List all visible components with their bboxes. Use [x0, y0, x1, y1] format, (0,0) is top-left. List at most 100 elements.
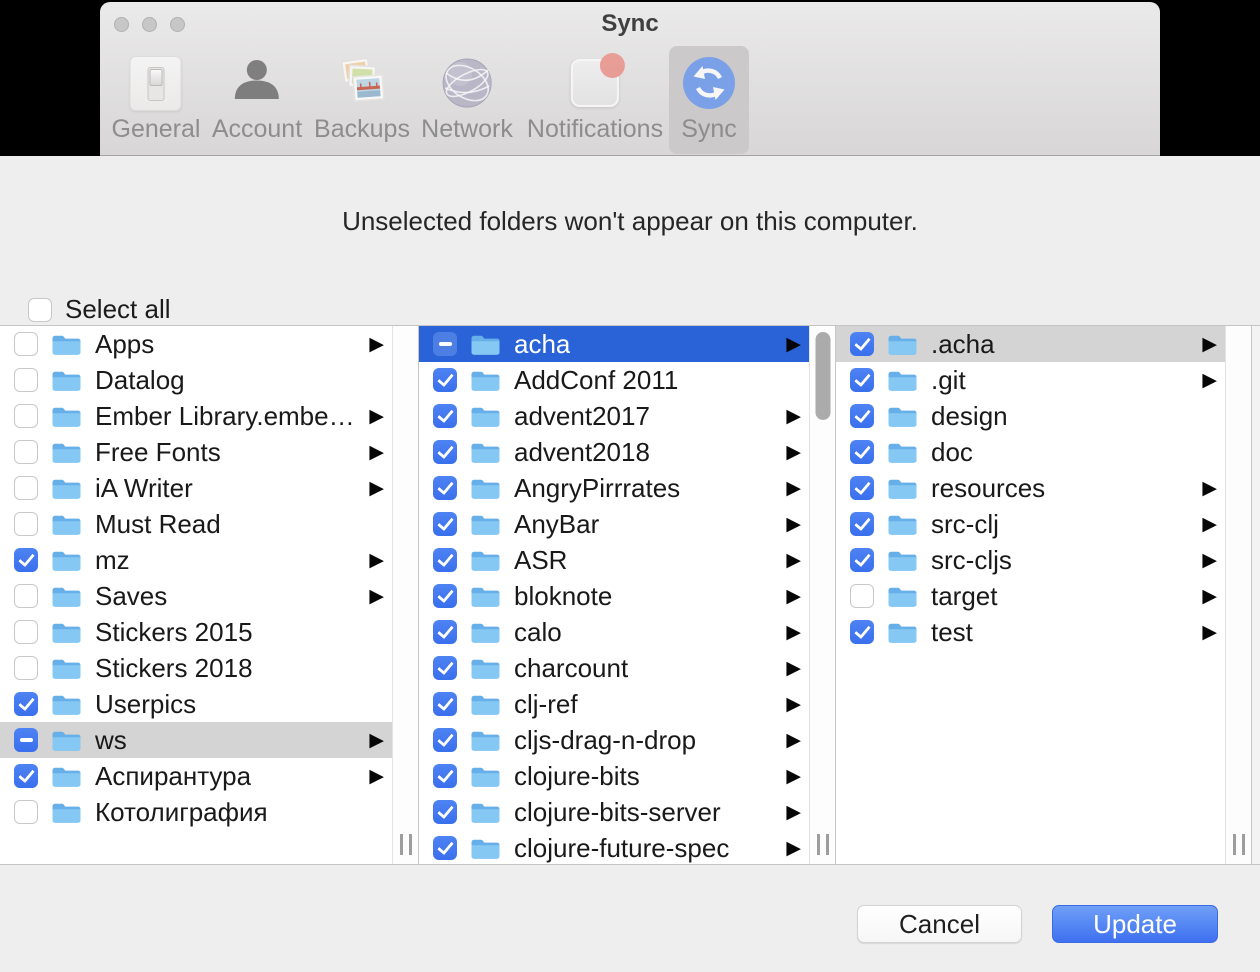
- folder-checkbox[interactable]: [433, 476, 457, 500]
- folder-checkbox[interactable]: [14, 332, 38, 356]
- scrollbar-thumb[interactable]: [815, 332, 830, 420]
- expand-arrow-icon[interactable]: ▶: [1202, 479, 1217, 498]
- folder-row[interactable]: iA Writer▶: [0, 470, 392, 506]
- toolbar-tab-general[interactable]: General: [100, 46, 213, 154]
- expand-arrow-icon[interactable]: ▶: [1202, 623, 1217, 642]
- expand-arrow-icon[interactable]: ▶: [786, 443, 801, 462]
- expand-arrow-icon[interactable]: ▶: [1202, 515, 1217, 534]
- expand-arrow-icon[interactable]: ▶: [1202, 335, 1217, 354]
- folder-checkbox[interactable]: [14, 764, 38, 788]
- folder-row[interactable]: AddConf 2011: [419, 362, 809, 398]
- expand-arrow-icon[interactable]: ▶: [786, 407, 801, 426]
- folder-row[interactable]: Аспирантура▶: [0, 758, 392, 794]
- expand-arrow-icon[interactable]: ▶: [786, 839, 801, 858]
- folder-row[interactable]: Apps▶: [0, 326, 392, 362]
- expand-arrow-icon[interactable]: ▶: [1202, 551, 1217, 570]
- folder-checkbox[interactable]: [433, 692, 457, 716]
- toolbar-tab-account[interactable]: Account: [200, 46, 314, 154]
- expand-arrow-icon[interactable]: ▶: [786, 731, 801, 750]
- folder-row[interactable]: Free Fonts▶: [0, 434, 392, 470]
- expand-arrow-icon[interactable]: ▶: [786, 659, 801, 678]
- folder-checkbox[interactable]: [850, 548, 874, 572]
- folder-row[interactable]: clojure-future-spec▶: [419, 830, 809, 864]
- folder-checkbox[interactable]: [433, 764, 457, 788]
- expand-arrow-icon[interactable]: ▶: [786, 335, 801, 354]
- folder-checkbox[interactable]: [850, 512, 874, 536]
- folder-checkbox[interactable]: [850, 440, 874, 464]
- folder-row[interactable]: design: [836, 398, 1225, 434]
- folder-checkbox[interactable]: [433, 800, 457, 824]
- update-button[interactable]: Update: [1052, 905, 1218, 943]
- folder-checkbox[interactable]: [14, 476, 38, 500]
- folder-checkbox[interactable]: [14, 800, 38, 824]
- folder-checkbox[interactable]: [433, 728, 457, 752]
- folder-checkbox[interactable]: [850, 620, 874, 644]
- folder-checkbox[interactable]: [850, 584, 874, 608]
- expand-arrow-icon[interactable]: ▶: [1202, 371, 1217, 390]
- folder-checkbox[interactable]: [433, 836, 457, 860]
- toolbar-tab-network[interactable]: Network: [409, 46, 525, 154]
- expand-arrow-icon[interactable]: ▶: [1202, 587, 1217, 606]
- expand-arrow-icon[interactable]: ▶: [786, 623, 801, 642]
- folder-row[interactable]: calo▶: [419, 614, 809, 650]
- folder-row[interactable]: advent2018▶: [419, 434, 809, 470]
- folder-checkbox[interactable]: [433, 440, 457, 464]
- folder-row[interactable]: test▶: [836, 614, 1225, 650]
- expand-arrow-icon[interactable]: ▶: [786, 515, 801, 534]
- folder-checkbox[interactable]: [14, 692, 38, 716]
- folder-row[interactable]: clojure-bits-server▶: [419, 794, 809, 830]
- folder-checkbox[interactable]: [14, 620, 38, 644]
- expand-arrow-icon[interactable]: ▶: [786, 479, 801, 498]
- folder-checkbox[interactable]: [433, 332, 457, 356]
- toolbar-tab-backups[interactable]: Backups: [302, 46, 422, 154]
- folder-checkbox[interactable]: [433, 656, 457, 680]
- folder-row[interactable]: Stickers 2015: [0, 614, 392, 650]
- expand-arrow-icon[interactable]: ▶: [786, 767, 801, 786]
- folder-row[interactable]: src-clj▶: [836, 506, 1225, 542]
- folder-row[interactable]: mz▶: [0, 542, 392, 578]
- expand-arrow-icon[interactable]: ▶: [369, 767, 384, 786]
- folder-row[interactable]: clojure-bits▶: [419, 758, 809, 794]
- folder-checkbox[interactable]: [850, 476, 874, 500]
- folder-row[interactable]: Котолиграфия: [0, 794, 392, 830]
- folder-row[interactable]: bloknote▶: [419, 578, 809, 614]
- folder-checkbox[interactable]: [14, 584, 38, 608]
- folder-row[interactable]: acha▶: [419, 326, 809, 362]
- folder-row[interactable]: .git▶: [836, 362, 1225, 398]
- expand-arrow-icon[interactable]: ▶: [369, 407, 384, 426]
- folder-checkbox[interactable]: [433, 548, 457, 572]
- expand-arrow-icon[interactable]: ▶: [786, 587, 801, 606]
- expand-arrow-icon[interactable]: ▶: [369, 443, 384, 462]
- folder-row[interactable]: ASR▶: [419, 542, 809, 578]
- folder-checkbox[interactable]: [850, 332, 874, 356]
- expand-arrow-icon[interactable]: ▶: [786, 803, 801, 822]
- folder-row[interactable]: Stickers 2018: [0, 650, 392, 686]
- column-resize-grip-icon[interactable]: [400, 834, 412, 855]
- toolbar-tab-notifications[interactable]: Notifications: [515, 46, 675, 154]
- folder-row[interactable]: target▶: [836, 578, 1225, 614]
- folder-checkbox[interactable]: [14, 548, 38, 572]
- column-resize-grip-icon[interactable]: [1233, 834, 1245, 855]
- folder-checkbox[interactable]: [14, 368, 38, 392]
- cancel-button[interactable]: Cancel: [857, 905, 1022, 943]
- select-all-checkbox[interactable]: [28, 298, 52, 322]
- folder-checkbox[interactable]: [850, 368, 874, 392]
- folder-row[interactable]: resources▶: [836, 470, 1225, 506]
- folder-checkbox[interactable]: [433, 620, 457, 644]
- folder-row[interactable]: ws▶: [0, 722, 392, 758]
- folder-row[interactable]: src-cljs▶: [836, 542, 1225, 578]
- folder-checkbox[interactable]: [433, 368, 457, 392]
- folder-checkbox[interactable]: [14, 512, 38, 536]
- folder-row[interactable]: clj-ref▶: [419, 686, 809, 722]
- expand-arrow-icon[interactable]: ▶: [786, 695, 801, 714]
- column-resize-grip-icon[interactable]: [817, 834, 829, 855]
- folder-checkbox[interactable]: [433, 512, 457, 536]
- folder-checkbox[interactable]: [14, 440, 38, 464]
- folder-row[interactable]: cljs-drag-n-drop▶: [419, 722, 809, 758]
- folder-row[interactable]: .acha▶: [836, 326, 1225, 362]
- toolbar-tab-sync[interactable]: Sync: [669, 46, 749, 154]
- folder-row[interactable]: charcount▶: [419, 650, 809, 686]
- folder-row[interactable]: AnyBar▶: [419, 506, 809, 542]
- expand-arrow-icon[interactable]: ▶: [369, 479, 384, 498]
- folder-row[interactable]: advent2017▶: [419, 398, 809, 434]
